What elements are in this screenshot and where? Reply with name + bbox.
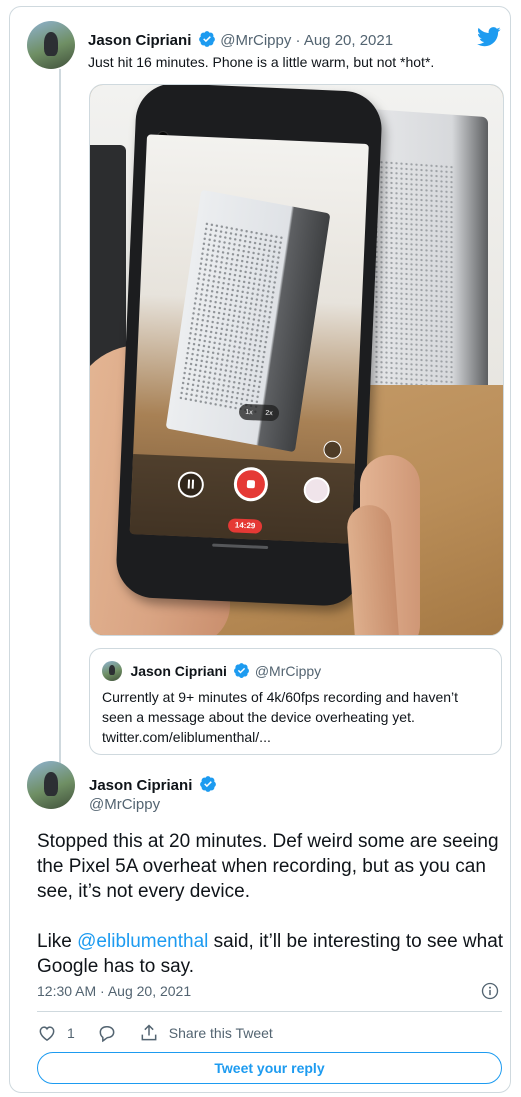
- author-name[interactable]: Jason Cipriani: [89, 777, 192, 794]
- heart-icon: [39, 1026, 55, 1041]
- mention-link[interactable]: @eliblumenthal: [77, 931, 208, 952]
- share-label: Share this Tweet: [168, 1025, 273, 1041]
- author-name[interactable]: Jason Cipriani: [88, 32, 191, 49]
- tweet-your-reply-button[interactable]: Tweet your reply: [37, 1052, 502, 1084]
- avatar[interactable]: [27, 21, 75, 69]
- quoted-tweet[interactable]: Jason Cipriani @MrCippy Currently at 9+ …: [89, 648, 502, 755]
- tweet-embed-card: Jason Cipriani @MrCippy · Aug 20, 2021 J…: [9, 6, 511, 1093]
- photo-dark-object: [90, 145, 126, 375]
- share-button[interactable]: Share this Tweet: [139, 1023, 273, 1043]
- comment-icon: [99, 1026, 115, 1043]
- main-tweet-text: Stopped this at 20 minutes. Def weird so…: [37, 829, 507, 1004]
- verified-badge-icon: [199, 775, 217, 797]
- phone-screen: 1x 2x 14:29: [129, 134, 369, 544]
- share-icon: [141, 1024, 157, 1041]
- avatar[interactable]: [27, 761, 75, 809]
- twitter-bird-icon[interactable]: [477, 27, 501, 52]
- tweet-timestamp[interactable]: 12:30 AM · Aug 20, 2021: [37, 983, 191, 999]
- handle: @MrCippy: [254, 663, 322, 679]
- quoted-tweet-text: Currently at 9+ minutes of 4k/60fps reco…: [102, 687, 482, 747]
- like-count: 1: [67, 1025, 75, 1041]
- like-button[interactable]: 1: [37, 1023, 75, 1043]
- author-name-row: Jason Cipriani: [89, 775, 217, 797]
- quoted-tweet-body: Currently at 9+ minutes of 4k/60fps reco…: [102, 689, 459, 725]
- verified-badge-icon: [198, 30, 216, 53]
- paragraph-2-prefix: Like: [37, 931, 78, 952]
- author-name: Jason Cipriani: [130, 663, 227, 679]
- phone-nav-bar: [212, 543, 269, 550]
- divider: [37, 1011, 502, 1012]
- reply-tweet-text: Just hit 16 minutes. Phone is a little w…: [88, 54, 435, 70]
- reply-action-button[interactable]: [97, 1023, 117, 1043]
- avatar: [102, 661, 122, 681]
- main-tweet-paragraph-2: Like @eliblumenthal said, it’ll be inter…: [37, 929, 507, 979]
- handle[interactable]: @MrCippy: [89, 796, 160, 813]
- verified-badge-icon: [233, 662, 250, 684]
- lens-switch-icon: [323, 440, 342, 460]
- main-tweet-paragraph-1: Stopped this at 20 minutes. Def weird so…: [37, 831, 499, 902]
- info-icon[interactable]: [481, 982, 499, 1005]
- photo-phone: 1x 2x 14:29: [114, 85, 384, 608]
- zoom-2x-label: 2x: [265, 409, 273, 417]
- tweet-actions: 1 Share this Tweet: [37, 1021, 295, 1045]
- zoom-selector: 1x 2x: [238, 403, 280, 422]
- zoom-1x-label: 1x: [245, 408, 253, 416]
- thread-connector-line: [59, 69, 61, 769]
- handle-and-date[interactable]: @MrCippy · Aug 20, 2021: [220, 32, 393, 49]
- reply-tweet-header: Jason Cipriani @MrCippy · Aug 20, 2021: [88, 30, 393, 53]
- tweet-photo[interactable]: 1x 2x 14:29: [89, 84, 504, 636]
- quoted-tweet-header: Jason Cipriani @MrCippy: [102, 661, 321, 684]
- quoted-tweet-link[interactable]: twitter.com/eliblumenthal/...: [102, 729, 271, 745]
- recording-timer: 14:29: [227, 518, 263, 534]
